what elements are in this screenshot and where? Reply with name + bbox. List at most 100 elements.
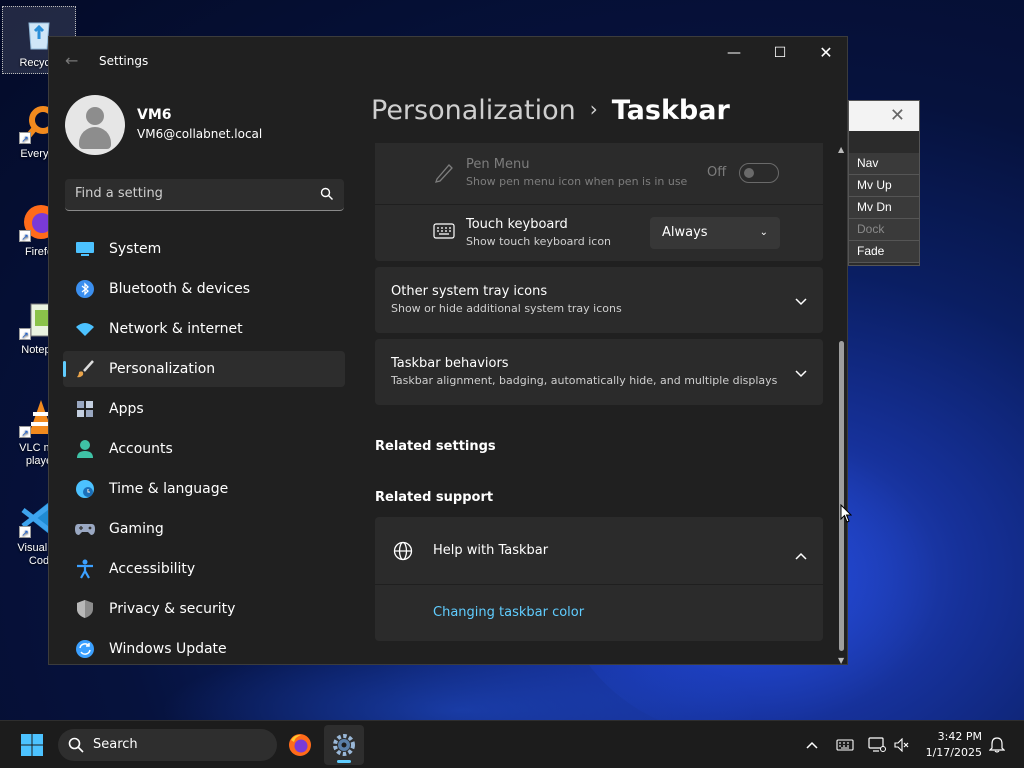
sidebar-item-label: Accounts xyxy=(109,441,173,457)
settings-window: ← Settings — ☐ ✕ VM6 VM6@collabnet.local… xyxy=(48,36,848,665)
sidebar-item-apps[interactable]: Apps xyxy=(63,391,345,427)
search-input[interactable] xyxy=(75,186,305,201)
taskbar-search-label: Search xyxy=(93,737,138,752)
avatar[interactable] xyxy=(65,95,125,155)
system-clock[interactable]: 3:42 PM 1/17/2025 xyxy=(918,729,982,761)
help-header-row[interactable]: Help with Taskbar xyxy=(375,517,823,584)
touch-keyboard-value: Always xyxy=(662,225,708,240)
breadcrumb-parent[interactable]: Personalization xyxy=(371,95,576,126)
volume-tray-button[interactable] xyxy=(892,721,912,768)
sidebar-item-label: System xyxy=(109,241,162,257)
shortcut-arrow-icon: ↗ xyxy=(19,526,31,538)
tool-panel-close-icon[interactable]: ✕ xyxy=(890,105,905,126)
accessibility-icon xyxy=(74,558,96,580)
wifi-icon xyxy=(74,318,96,340)
sidebar-item-label: Windows Update xyxy=(109,641,227,657)
bell-icon xyxy=(989,737,1005,753)
sidebar-item-label: Gaming xyxy=(109,521,164,537)
sidebar-item-label: Network & internet xyxy=(109,321,243,337)
titlebar: ← Settings — ☐ ✕ xyxy=(49,37,847,85)
taskbar-search[interactable]: Search xyxy=(58,729,277,761)
keyboard-icon xyxy=(836,739,854,751)
pen-menu-row: Pen Menu Show pen menu icon when pen is … xyxy=(375,143,823,203)
touch-keyboard-dropdown[interactable]: Always ⌄ xyxy=(650,217,780,249)
volume-muted-icon xyxy=(894,738,909,752)
chevron-down-icon xyxy=(795,363,807,382)
scroll-up-arrow-icon[interactable]: ▲ xyxy=(838,145,844,154)
firefox-icon xyxy=(289,734,311,756)
shortcut-arrow-icon: ↗ xyxy=(19,426,31,438)
content-scrollbar[interactable]: ▲ ▼ xyxy=(838,145,846,664)
network-monitor-icon xyxy=(868,737,886,752)
related-support-heading: Related support xyxy=(375,490,494,505)
touch-keyboard-row: Touch keyboard Show touch keyboard icon … xyxy=(375,205,823,261)
find-setting-search[interactable] xyxy=(65,179,344,211)
tool-panel-nav-button[interactable]: Nav xyxy=(849,153,919,175)
behaviors-subtitle: Taskbar alignment, badging, automaticall… xyxy=(391,374,778,387)
tool-panel-spacer xyxy=(849,131,919,153)
chevron-up-icon xyxy=(806,741,818,749)
apps-grid-icon xyxy=(74,398,96,420)
taskbar-settings[interactable] xyxy=(324,725,364,765)
windows-logo-icon xyxy=(21,734,43,756)
touch-keyboard-tray-button[interactable] xyxy=(834,721,856,768)
scroll-down-arrow-icon[interactable]: ▼ xyxy=(838,656,844,664)
taskbar-behaviors-card[interactable]: Taskbar behaviors Taskbar alignment, bad… xyxy=(375,339,823,405)
tool-panel-move-up-button[interactable]: Mv Up xyxy=(849,175,919,197)
mouse-cursor-icon xyxy=(840,504,852,523)
sidebar-item-label: Apps xyxy=(109,401,144,417)
other-tray-subtitle: Show or hide additional system tray icon… xyxy=(391,302,622,315)
show-hidden-icons-button[interactable] xyxy=(800,721,824,768)
sidebar-nav: System Bluetooth & devices Network & int… xyxy=(63,231,345,664)
notifications-button[interactable] xyxy=(986,721,1008,768)
other-system-tray-icons-card[interactable]: Other system tray icons Show or hide add… xyxy=(375,267,823,333)
other-tray-title: Other system tray icons xyxy=(391,284,548,299)
tool-panel-move-down-button[interactable]: Mv Dn xyxy=(849,197,919,219)
page-title: Taskbar xyxy=(611,95,730,126)
maximize-button[interactable]: ☐ xyxy=(757,37,803,69)
chevron-up-icon xyxy=(795,545,807,564)
sidebar-item-label: Bluetooth & devices xyxy=(109,281,251,297)
sidebar-item-bluetooth[interactable]: Bluetooth & devices xyxy=(63,271,345,307)
clock-time: 3:42 PM xyxy=(937,730,982,743)
sidebar-item-label: Time & language xyxy=(109,481,229,497)
back-arrow-icon[interactable]: ← xyxy=(65,51,78,70)
settings-content: Pen Menu Show pen menu icon when pen is … xyxy=(375,143,823,663)
gear-icon xyxy=(333,734,355,756)
taskbar-firefox[interactable] xyxy=(280,725,320,765)
tool-panel-dock-button[interactable]: Dock xyxy=(849,219,919,241)
sidebar-item-time-language[interactable]: Time & language xyxy=(63,471,345,507)
keyboard-icon xyxy=(433,223,455,243)
taskbar: Search 3:42 PM 1/17/2025 xyxy=(0,720,1024,768)
sidebar-item-label: Accessibility xyxy=(109,561,196,577)
help-title: Help with Taskbar xyxy=(433,543,549,558)
tool-panel-titlebar: ✕ xyxy=(849,101,919,131)
globe-icon xyxy=(393,541,413,565)
help-with-taskbar-card: Help with Taskbar Changing taskbar color xyxy=(375,517,823,641)
touch-keyboard-title: Touch keyboard xyxy=(466,217,568,232)
sidebar-item-gaming[interactable]: Gaming xyxy=(63,511,345,547)
scrollbar-thumb[interactable] xyxy=(839,341,844,651)
sidebar-item-privacy-security[interactable]: Privacy & security xyxy=(63,591,345,627)
sidebar-item-accessibility[interactable]: Accessibility xyxy=(63,551,345,587)
touch-keyboard-subtitle: Show touch keyboard icon xyxy=(466,235,612,248)
update-icon xyxy=(74,638,96,660)
sidebar-item-personalization[interactable]: Personalization xyxy=(63,351,345,387)
pen-menu-title: Pen Menu xyxy=(466,157,530,172)
breadcrumb: Personalization › Taskbar xyxy=(371,95,730,126)
search-icon[interactable] xyxy=(320,186,334,205)
minimize-button[interactable]: — xyxy=(711,37,757,69)
sidebar-item-accounts[interactable]: Accounts xyxy=(63,431,345,467)
start-button[interactable] xyxy=(12,725,52,765)
close-button[interactable]: ✕ xyxy=(803,37,847,69)
network-tray-button[interactable] xyxy=(866,721,888,768)
shortcut-arrow-icon: ↗ xyxy=(19,230,31,242)
sidebar-item-windows-update[interactable]: Windows Update xyxy=(63,631,345,664)
pen-menu-toggle[interactable] xyxy=(739,163,779,183)
changing-taskbar-color-link[interactable]: Changing taskbar color xyxy=(433,605,584,620)
shortcut-arrow-icon: ↗ xyxy=(19,328,31,340)
sidebar-item-network[interactable]: Network & internet xyxy=(63,311,345,347)
chevron-down-icon xyxy=(795,291,807,310)
sidebar-item-system[interactable]: System xyxy=(63,231,345,267)
tool-panel-fade-button[interactable]: Fade xyxy=(849,241,919,263)
